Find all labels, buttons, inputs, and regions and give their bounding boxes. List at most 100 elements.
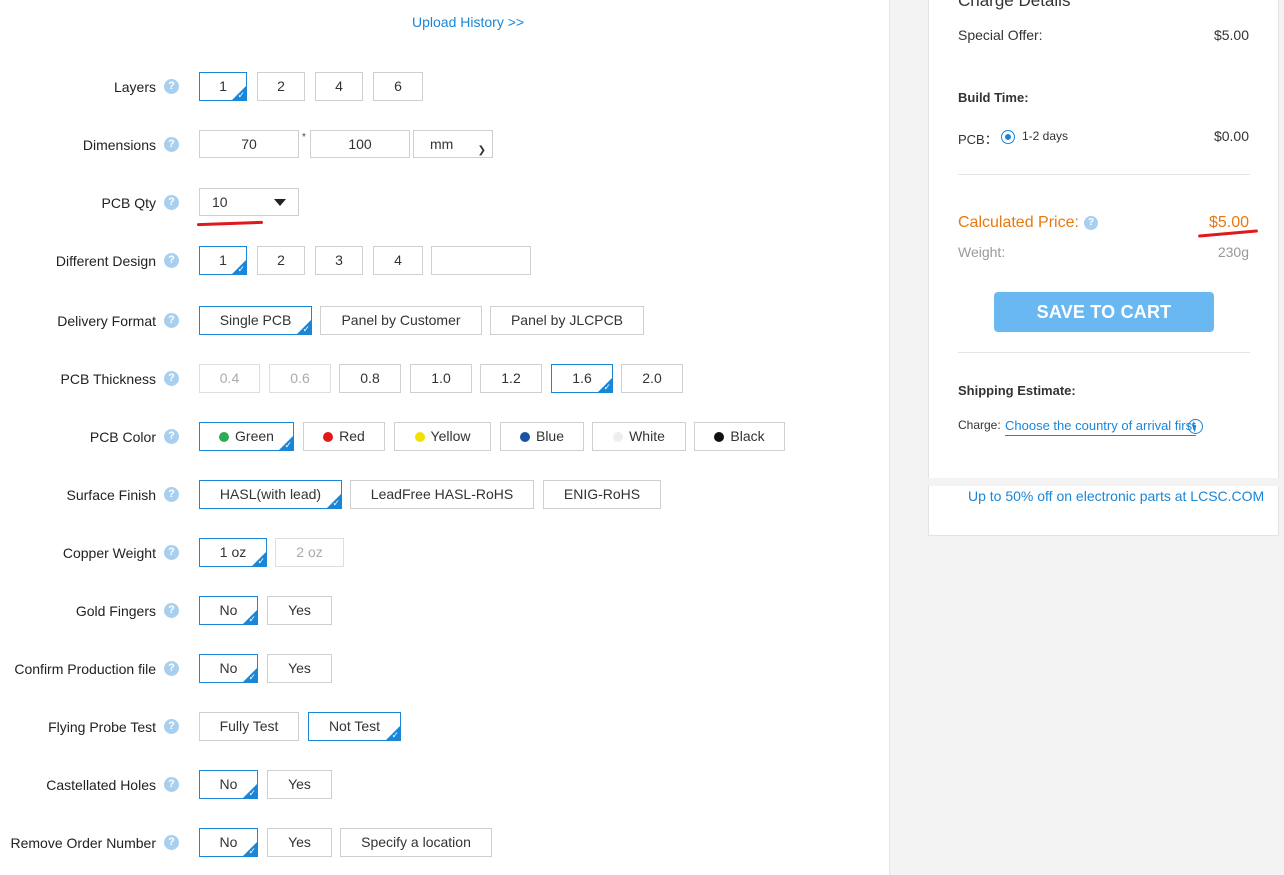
- flying-probe-test-label: Flying Probe Test: [48, 719, 156, 735]
- build-time-option: 1-2 days: [1022, 129, 1069, 143]
- dimension-width-input[interactable]: [199, 130, 299, 158]
- castellated-holes-label: Castellated Holes: [46, 777, 156, 793]
- red-dot: [323, 432, 334, 442]
- probe-option-not-test[interactable]: Not Test: [308, 712, 401, 741]
- design-option-1[interactable]: 1: [199, 246, 247, 275]
- gold-fingers-option-yes[interactable]: Yes: [267, 596, 332, 625]
- help-icon[interactable]: ?: [164, 429, 179, 444]
- row-flying-probe-test: Flying Probe Test ? Fully Test Not Test: [0, 712, 889, 742]
- help-icon[interactable]: ?: [164, 313, 179, 328]
- finish-option-leadfree[interactable]: LeadFree HASL-RoHS: [350, 480, 534, 509]
- order-number-option-yes[interactable]: Yes: [267, 828, 332, 857]
- calculated-price-label: Calculated Price:: [958, 214, 1079, 231]
- upload-history-link[interactable]: Upload History >>: [412, 14, 524, 30]
- delivery-option-panel-jlcpcb[interactable]: Panel by JLCPCB: [490, 306, 644, 335]
- delivery-option-panel-customer[interactable]: Panel by Customer: [320, 306, 482, 335]
- delivery-option-single[interactable]: Single PCB: [199, 306, 312, 335]
- calculated-price-value: $5.00: [1208, 214, 1249, 231]
- lcsc-promo-link[interactable]: Up to 50% off on electronic parts at LCS…: [968, 488, 1264, 504]
- color-option-black[interactable]: Black: [694, 422, 785, 451]
- finish-option-enig[interactable]: ENIG-RoHS: [543, 480, 661, 509]
- save-to-cart-button[interactable]: SAVE TO CART: [994, 292, 1214, 332]
- remove-order-number-label: Remove Order Number: [10, 835, 157, 851]
- row-remove-order-number: Remove Order Number ? No Yes Specify a l…: [0, 828, 889, 858]
- color-label-white: White: [629, 428, 665, 444]
- help-icon[interactable]: ?: [164, 487, 179, 502]
- finish-option-hasl-lead[interactable]: HASL(with lead): [199, 480, 342, 509]
- probe-option-fully-test[interactable]: Fully Test: [199, 712, 299, 741]
- charge-details-title: Charge Details: [958, 0, 1071, 10]
- divider: [958, 352, 1250, 353]
- caret-down-icon: [274, 199, 286, 206]
- color-option-yellow[interactable]: Yellow: [394, 422, 491, 451]
- unit-select[interactable]: mm ❯: [413, 130, 493, 158]
- castellated-option-yes[interactable]: Yes: [267, 770, 332, 799]
- row-pcb-thickness: PCB Thickness ? 0.4 0.6 0.8 1.0 1.2 1.6 …: [0, 364, 889, 394]
- thickness-option-0-8[interactable]: 0.8: [339, 364, 401, 393]
- castellated-option-no[interactable]: No: [199, 770, 258, 799]
- help-icon[interactable]: ?: [164, 79, 179, 94]
- thickness-option-1-2[interactable]: 1.2: [480, 364, 542, 393]
- help-icon[interactable]: ?: [164, 603, 179, 618]
- confirm-file-option-no[interactable]: No: [199, 654, 258, 683]
- row-confirm-production-file: Confirm Production file ? No Yes: [0, 654, 889, 684]
- help-icon[interactable]: ?: [164, 137, 179, 152]
- help-icon[interactable]: ?: [164, 545, 179, 560]
- white-dot: [613, 432, 624, 442]
- pcb-qty-select[interactable]: 10: [199, 188, 299, 216]
- confirm-file-option-yes[interactable]: Yes: [267, 654, 332, 683]
- design-custom-input[interactable]: [431, 246, 531, 275]
- special-offer-value: $5.00: [1213, 27, 1249, 43]
- thickness-option-1-6[interactable]: 1.6: [551, 364, 613, 393]
- layers-label: Layers: [113, 79, 156, 95]
- color-label-blue: Blue: [535, 428, 565, 444]
- yellow-dot: [414, 432, 425, 442]
- build-time-price: $0.00: [1213, 128, 1249, 144]
- dimensions-label: Dimensions: [82, 137, 156, 153]
- design-option-2[interactable]: 2: [257, 246, 305, 275]
- color-option-red[interactable]: Red: [303, 422, 385, 451]
- pointer-icon: [1188, 419, 1203, 434]
- layers-option-4[interactable]: 4: [315, 72, 363, 101]
- help-icon[interactable]: ?: [164, 777, 179, 792]
- thickness-option-0-6[interactable]: 0.6: [269, 364, 331, 393]
- unit-select-value: mm: [430, 136, 454, 152]
- design-option-3[interactable]: 3: [315, 246, 363, 275]
- layers-option-1[interactable]: 1: [199, 72, 247, 101]
- layers-option-2[interactable]: 2: [257, 72, 305, 101]
- help-icon[interactable]: ?: [164, 371, 179, 386]
- pcb-color-label: PCB Color: [89, 429, 156, 445]
- order-number-option-no[interactable]: No: [199, 828, 258, 857]
- green-dot: [219, 432, 230, 442]
- help-icon[interactable]: ?: [164, 719, 179, 734]
- help-icon[interactable]: ?: [1084, 216, 1098, 230]
- color-option-white[interactable]: White: [592, 422, 686, 451]
- color-option-blue[interactable]: Blue: [500, 422, 584, 451]
- dimension-height-input[interactable]: [310, 130, 410, 158]
- help-icon[interactable]: ?: [164, 195, 179, 210]
- layers-option-6[interactable]: 6: [373, 72, 423, 101]
- help-icon[interactable]: ?: [164, 835, 179, 850]
- copper-option-1oz[interactable]: 1 oz: [199, 538, 267, 567]
- build-time-radio[interactable]: [1001, 130, 1015, 144]
- thickness-option-1-0[interactable]: 1.0: [410, 364, 472, 393]
- thickness-option-0-4[interactable]: 0.4: [199, 364, 260, 393]
- gold-fingers-option-no[interactable]: No: [199, 596, 258, 625]
- copper-option-2oz[interactable]: 2 oz: [275, 538, 344, 567]
- help-icon[interactable]: ?: [164, 253, 179, 268]
- build-time-label: Build Time:: [958, 90, 1029, 105]
- design-option-4[interactable]: 4: [373, 246, 423, 275]
- choose-country-link[interactable]: Choose the country of arrival first: [1005, 418, 1196, 436]
- color-option-green[interactable]: Green: [199, 422, 294, 451]
- order-number-option-specify[interactable]: Specify a location: [340, 828, 492, 857]
- row-different-design: Different Design ? 1 2 3 4: [0, 246, 889, 276]
- pcb-qty-value: 10: [212, 194, 228, 210]
- thickness-option-2-0[interactable]: 2.0: [621, 364, 683, 393]
- black-dot: [714, 432, 725, 442]
- help-icon[interactable]: ?: [164, 661, 179, 676]
- row-castellated-holes: Castellated Holes ? No Yes: [0, 770, 889, 800]
- row-copper-weight: Copper Weight ? 1 oz 2 oz: [0, 538, 889, 568]
- color-label-red: Red: [339, 428, 365, 444]
- row-gold-fingers: Gold Fingers ? No Yes: [0, 596, 889, 626]
- row-layers: Layers ? 1 2 4 6: [0, 72, 889, 102]
